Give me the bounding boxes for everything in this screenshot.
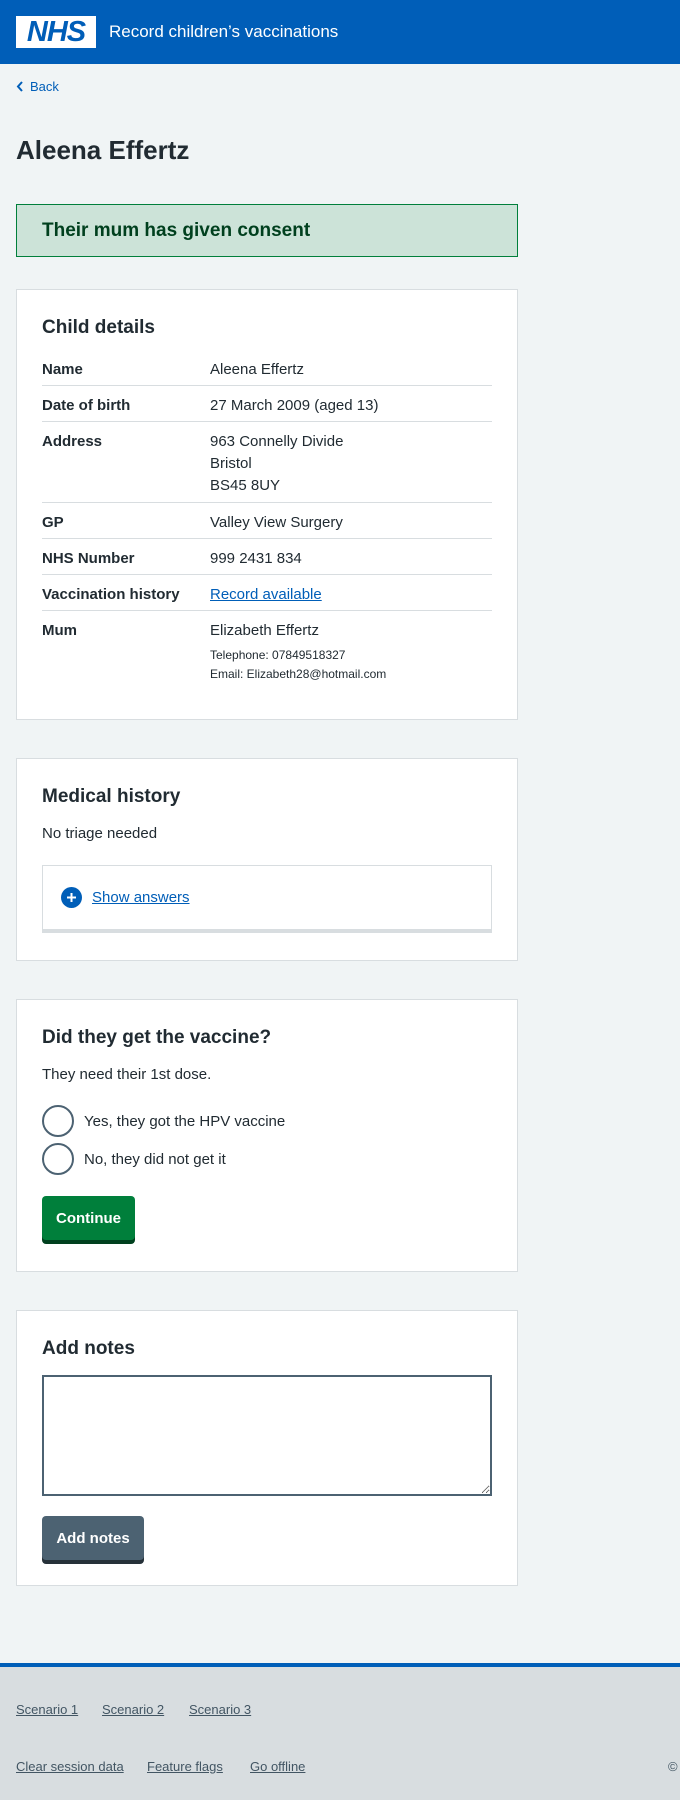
show-answers-link[interactable]: Show answers (92, 889, 190, 906)
footer-link-scenario-1[interactable]: Scenario 1 (16, 1702, 78, 1717)
summary-value: Elizabeth Effertz Telephone: 07849518327… (210, 620, 386, 684)
footer-link-scenario-2[interactable]: Scenario 2 (102, 1702, 164, 1717)
summary-key: Date of birth (42, 397, 131, 414)
summary-key: NHS Number (42, 550, 135, 567)
back-link-label: Back (30, 79, 59, 94)
summary-value: Aleena Effertz (210, 361, 304, 378)
consent-banner-text: Their mum has given consent (42, 219, 311, 241)
vaccination-record-link[interactable]: Record available (210, 584, 322, 606)
notes-textarea[interactable] (42, 1375, 492, 1496)
show-answers-expander[interactable]: Show answers (42, 865, 492, 933)
service-name[interactable]: Record children’s vaccinations (109, 22, 338, 42)
site-header: NHS Record children’s vaccinations (0, 0, 680, 64)
vaccine-question-title: Did they get the vaccine? (42, 1027, 272, 1048)
nhs-logo[interactable]: NHS (16, 16, 96, 48)
medical-history-title: Medical history (42, 786, 181, 807)
summary-key: Mum (42, 622, 77, 639)
radio-label: No, they did not get it (84, 1150, 226, 1168)
footer-link-feature-flags[interactable]: Feature flags (147, 1759, 223, 1774)
add-notes-button[interactable]: Add notes (42, 1516, 144, 1560)
page-title: Aleena Effertz (16, 135, 190, 165)
summary-key: Vaccination history (42, 586, 180, 603)
summary-row-vaccination-history: Vaccination history Record available (42, 575, 492, 611)
summary-key: Name (42, 361, 83, 378)
summary-row-dob: Date of birth 27 March 2009 (aged 13) (42, 386, 492, 422)
radio-option-yes[interactable]: Yes, they got the HPV vaccine (42, 1105, 285, 1137)
summary-value: Valley View Surgery (210, 514, 343, 531)
add-notes-title: Add notes (42, 1338, 135, 1359)
summary-key: GP (42, 514, 64, 531)
plus-icon (61, 887, 82, 908)
radio-label: Yes, they got the HPV vaccine (84, 1112, 286, 1130)
medical-history-card: Medical history No triage needed Show an… (16, 758, 518, 961)
address-line: Bristol (210, 455, 252, 472)
address-line: BS45 8UY (210, 477, 281, 494)
summary-row-mum: Mum Elizabeth Effertz Telephone: 0784951… (42, 611, 492, 691)
summary-row-address: Address 963 Connelly Divide Bristol BS45… (42, 422, 492, 503)
chevron-left-icon (16, 81, 23, 92)
vaccine-question-card: Did they get the vaccine? They need thei… (16, 999, 518, 1272)
back-link[interactable]: Back (16, 79, 59, 94)
summary-key: Address (42, 433, 103, 450)
summary-row-nhs-number: NHS Number 999 2431 834 (42, 539, 492, 575)
parent-telephone: Telephone: 07849518327 (210, 648, 346, 662)
summary-value: 27 March 2009 (aged 13) (210, 397, 379, 414)
summary-value: 999 2431 834 (210, 550, 302, 567)
footer-link-clear-session[interactable]: Clear session data (16, 1759, 124, 1774)
footer-link-go-offline[interactable]: Go offline (250, 1759, 305, 1774)
parent-name: Elizabeth Effertz (210, 622, 319, 639)
child-details-card: Child details Name Aleena Effertz Date o… (16, 289, 518, 720)
summary-value: 963 Connelly Divide Bristol BS45 8UY (210, 431, 343, 497)
child-details-title: Child details (42, 317, 155, 338)
triage-status: No triage needed (42, 825, 158, 842)
radio-button[interactable] (42, 1105, 74, 1137)
radio-button[interactable] (42, 1143, 74, 1175)
consent-banner: Their mum has given consent (16, 204, 518, 257)
parent-email: Email: Elizabeth28@hotmail.com (210, 667, 387, 681)
copyright: © (668, 1759, 678, 1774)
radio-option-no[interactable]: No, they did not get it (42, 1143, 226, 1175)
site-footer: Scenario 1 Scenario 2 Scenario 3 Clear s… (0, 1663, 680, 1800)
add-notes-card: Add notes Add notes (16, 1310, 518, 1586)
dose-hint: They need their 1st dose. (42, 1066, 212, 1083)
summary-row-name: Name Aleena Effertz (42, 350, 492, 386)
footer-link-scenario-3[interactable]: Scenario 3 (189, 1702, 251, 1717)
address-line: 963 Connelly Divide (210, 433, 344, 450)
continue-button[interactable]: Continue (42, 1196, 135, 1240)
summary-row-gp: GP Valley View Surgery (42, 503, 492, 539)
